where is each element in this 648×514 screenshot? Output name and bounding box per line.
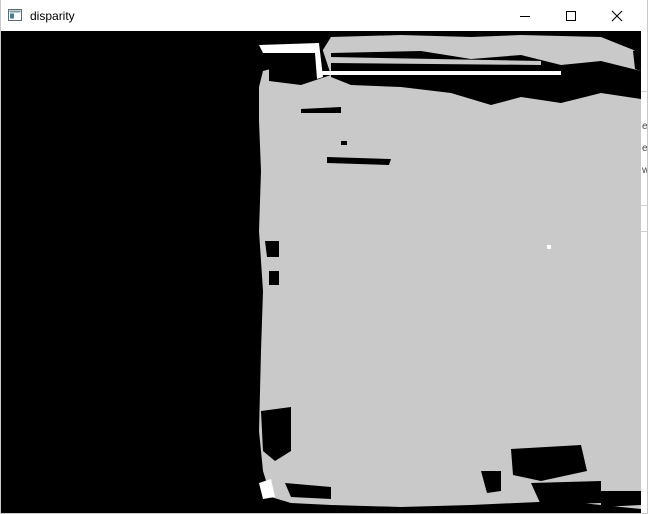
window-title: disparity [30,9,75,23]
background-text: el [642,121,648,132]
disparity-map-canvas [1,31,641,513]
app-icon [8,8,22,22]
background-text: w [642,165,648,176]
background-window-edge: el el w [641,31,648,514]
maximize-icon [566,10,576,21]
minimize-icon [520,15,530,17]
minimize-button[interactable] [502,0,548,31]
divider [641,205,648,206]
title-bar[interactable]: disparity [0,0,648,31]
close-icon [611,10,623,21]
disparity-image [1,31,641,513]
background-text: el [642,143,648,154]
disparity-window: disparity e e w [0,0,648,514]
divider [641,91,648,92]
close-button[interactable] [594,0,640,31]
divider [641,231,648,232]
maximize-button[interactable] [548,0,594,31]
